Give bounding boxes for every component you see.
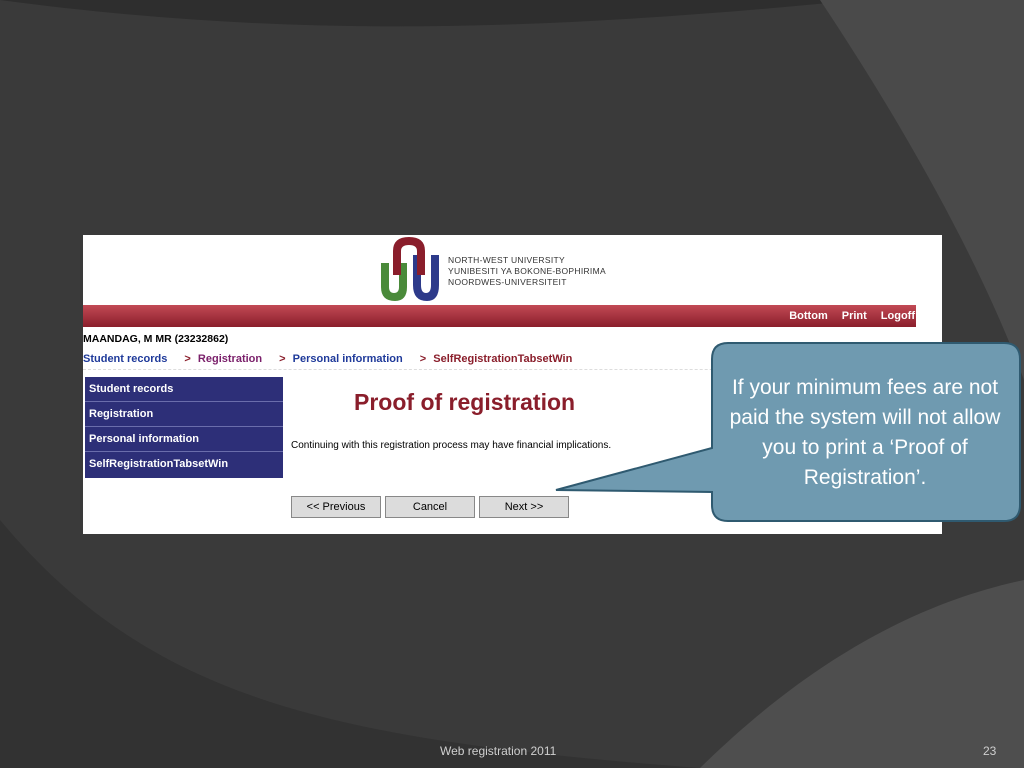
sidebar-item-student-records[interactable]: Student records — [85, 377, 283, 402]
breadcrumb: Student records > Registration > Persona… — [83, 353, 823, 370]
university-name: NORTH-WEST UNIVERSITY YUNIBESITI YA BOKO… — [448, 255, 606, 288]
financial-warning-text: Continuing with this registration proces… — [291, 440, 612, 451]
breadcrumb-self-registration[interactable]: SelfRegistrationTabsetWin — [433, 353, 572, 365]
breadcrumb-registration[interactable]: Registration — [198, 353, 262, 365]
breadcrumb-personal-information[interactable]: Personal information — [293, 353, 403, 365]
slide-footer: Web registration 2011 23 — [0, 744, 1024, 762]
breadcrumb-student-records[interactable]: Student records — [83, 353, 167, 365]
nwu-logo-icon — [381, 237, 439, 301]
footer-title: Web registration 2011 — [440, 744, 557, 758]
university-name-line: YUNIBESITI YA BOKONE-BOPHIRIMA — [448, 266, 606, 276]
print-link[interactable]: Print — [842, 310, 867, 322]
wizard-buttons: << Previous Cancel Next >> — [291, 496, 569, 518]
slide-number: 23 — [983, 744, 997, 758]
logoff-link[interactable]: Logoff — [881, 310, 915, 322]
side-navigation: Student records Registration Personal in… — [85, 377, 283, 478]
previous-button[interactable]: << Previous — [291, 496, 381, 518]
university-name-line: NOORDWES-UNIVERSITEIT — [448, 277, 567, 287]
university-name-line: NORTH-WEST UNIVERSITY — [448, 255, 565, 265]
callout-text: If your minimum fees are not paid the sy… — [729, 376, 1001, 489]
page-title: Proof of registration — [354, 389, 576, 415]
user-name: MAANDAG, M MR (23232862) — [83, 333, 229, 345]
breadcrumb-separator: > — [184, 353, 191, 365]
top-menu: Bottom Print Logoff — [789, 305, 915, 327]
cancel-button[interactable]: Cancel — [385, 496, 475, 518]
bottom-link[interactable]: Bottom — [789, 310, 828, 322]
sidebar-item-self-registration[interactable]: SelfRegistrationTabsetWin — [85, 452, 283, 476]
breadcrumb-separator: > — [279, 353, 286, 365]
sidebar-item-registration[interactable]: Registration — [85, 402, 283, 427]
breadcrumb-separator: > — [419, 353, 427, 365]
next-button[interactable]: Next >> — [479, 496, 569, 518]
sidebar-item-personal-information[interactable]: Personal information — [85, 427, 283, 452]
